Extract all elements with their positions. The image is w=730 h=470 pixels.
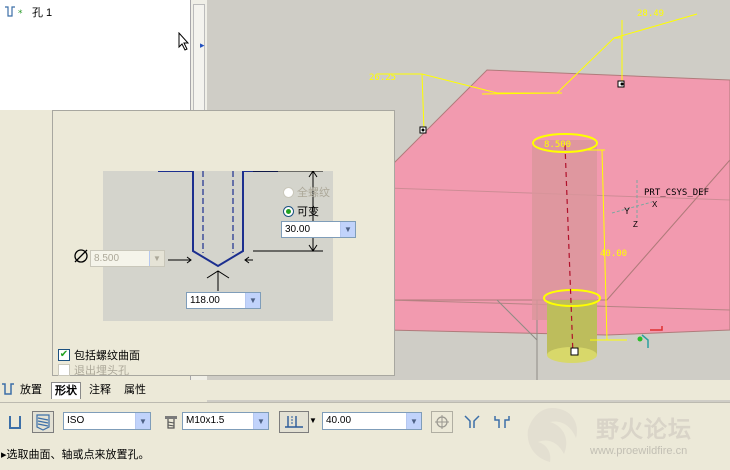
watermark-url: www.proewildfire.cn (590, 445, 688, 457)
sketch-hole-button[interactable] (431, 411, 453, 433)
tree-item-hole[interactable]: * 孔 1 (4, 4, 52, 20)
watermark-title: 野火论坛 (596, 416, 692, 442)
standard-select[interactable]: ISO ▼ (63, 412, 151, 430)
countersink-icon (464, 415, 480, 428)
exit-countersink-checkbox: 退出埋头孔 (58, 362, 129, 378)
checkmark-icon: ✔ (58, 349, 70, 361)
simple-hole-icon (9, 416, 21, 429)
dropdown-arrow-icon[interactable]: ▼ (245, 293, 260, 308)
depth-value: 30.00 (285, 224, 311, 235)
watermark-logo (527, 408, 577, 462)
target-icon (435, 415, 449, 429)
axis-z-label: Z (633, 220, 638, 229)
tab-notes[interactable]: 注释 (86, 382, 114, 399)
tap-button[interactable] (160, 411, 182, 433)
counterbore-icon (494, 416, 510, 428)
diameter-symbol-icon (74, 249, 88, 263)
mouse-cursor-icon (178, 32, 190, 51)
screw-size-select[interactable]: M10x1.5 ▼ (182, 412, 269, 430)
angle-combo[interactable]: 118.00 ▼ (186, 292, 261, 309)
counterbore-button[interactable] (491, 411, 513, 433)
diameter-combo: 8.500 ▼ (90, 250, 165, 267)
dimension-d2[interactable]: 26.25 (369, 73, 396, 83)
axis-y-label: Y (624, 206, 631, 216)
dropdown-arrow-icon[interactable]: ▼ (135, 413, 150, 429)
shape-panel: 8.500 ▼ 118.00 ▼ 全螺纹 可变 30.00 ▼ ✔ 包括螺纹曲面… (52, 110, 395, 378)
dropdown-arrow-icon[interactable]: ▼ (406, 413, 421, 429)
standard-hole-button[interactable] (32, 411, 54, 433)
radio-dot-icon (283, 186, 294, 198)
variable-radio[interactable]: 可变 (283, 203, 319, 219)
status-message: ▸选取曲面、轴或点来放置孔。 (1, 449, 150, 461)
dimension-d1[interactable]: 28.49 (637, 9, 664, 19)
depth-combo[interactable]: 30.00 ▼ (281, 221, 356, 238)
dashboard-tabs: 放置 形状 注释 属性 (0, 380, 730, 400)
tab-properties[interactable]: 属性 (121, 382, 149, 399)
depth-option-dropdown-icon[interactable]: ▼ (309, 416, 317, 425)
threaded-hole-icon (36, 414, 50, 431)
angle-value: 118.00 (190, 295, 220, 306)
watermark: 野火论坛 www.proewildfire.cn (518, 402, 730, 470)
axis-x-label: X (652, 200, 658, 209)
dimension-depth[interactable]: 40.00 (600, 249, 627, 259)
tab-placement[interactable]: 放置 (17, 382, 45, 399)
depth-select[interactable]: 40.00 ▼ (322, 412, 422, 430)
blind-depth-icon (285, 416, 303, 428)
full-thread-radio: 全螺纹 (283, 184, 330, 200)
screw-icon (165, 416, 177, 429)
simple-hole-button[interactable] (4, 411, 26, 433)
tab-shape[interactable]: 形状 (51, 382, 81, 399)
dropdown-arrow-icon: ▼ (149, 251, 164, 266)
dropdown-arrow-icon[interactable]: ▼ (340, 222, 355, 237)
diameter-value: 8.500 (94, 253, 120, 264)
dropdown-arrow-icon[interactable]: ▼ (253, 413, 268, 429)
dimension-diameter[interactable]: 8.500 (544, 140, 571, 150)
hole-feature-icon: * (5, 6, 23, 18)
model-tree: * 孔 1 (0, 0, 190, 110)
depth-option-button[interactable] (279, 411, 309, 433)
include-thread-surface-checkbox[interactable]: ✔ 包括螺纹曲面 (58, 347, 140, 363)
collapse-arrow-icon[interactable]: ▸ (200, 40, 205, 51)
svg-text:*: * (18, 9, 23, 18)
tree-item-label: 孔 1 (32, 7, 53, 19)
csys-label: PRT_CSYS_DEF (644, 188, 710, 198)
radio-dot-icon (283, 205, 294, 217)
hole-tool-icon (2, 383, 14, 395)
checkbox-empty-icon (58, 364, 70, 376)
countersink-button[interactable] (461, 411, 483, 433)
